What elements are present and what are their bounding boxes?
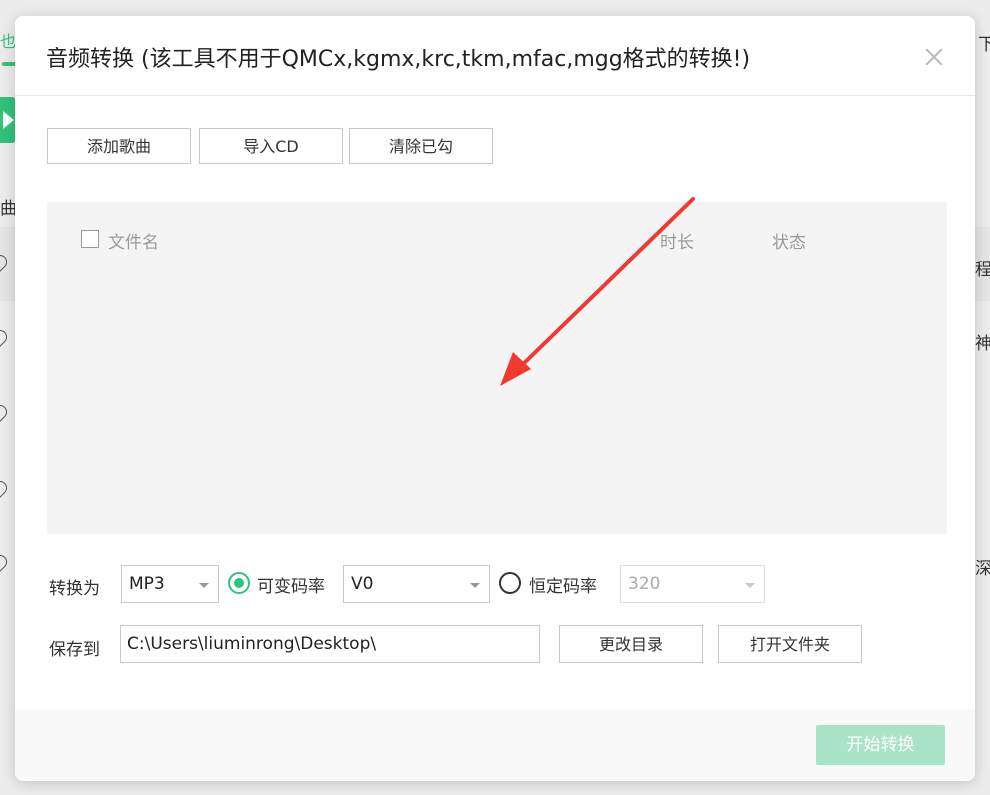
close-icon[interactable]: [921, 44, 947, 70]
chevron-down-icon: [470, 583, 480, 588]
heart-icon[interactable]: [0, 552, 10, 572]
add-song-button[interactable]: 添加歌曲: [47, 128, 191, 164]
format-select-value: MP3: [129, 574, 165, 594]
change-directory-button[interactable]: 更改目录: [559, 625, 703, 663]
vbr-label[interactable]: 可变码率: [257, 572, 325, 597]
background-top-right-label[interactable]: 下: [978, 30, 990, 55]
select-all-checkbox[interactable]: [81, 230, 99, 248]
background-song-title: 程: [975, 260, 990, 280]
audio-convert-dialog: 音频转换 (该工具不用于QMCx,kgmx,krc,tkm,mfac,mgg格式…: [15, 16, 975, 781]
background-tab-underline: [2, 62, 16, 66]
cbr-label[interactable]: 恒定码率: [529, 572, 597, 597]
convert-to-label: 转换为: [49, 579, 100, 599]
chevron-down-icon: [745, 583, 755, 588]
heart-icon[interactable]: [0, 402, 10, 422]
cbr-select-value: 320: [628, 574, 661, 594]
background-song-title: 深: [975, 559, 990, 579]
open-folder-button[interactable]: 打开文件夹: [718, 625, 862, 663]
chevron-down-icon: [199, 583, 209, 588]
vbr-select[interactable]: V0: [343, 565, 490, 603]
start-convert-button[interactable]: 开始转换: [816, 725, 945, 765]
dialog-title: 音频转换 (该工具不用于QMCx,kgmx,krc,tkm,mfac,mgg格式…: [46, 47, 751, 72]
file-list[interactable]: 文件名 时长 状态: [47, 202, 947, 534]
cbr-radio[interactable]: [499, 572, 521, 594]
import-cd-button[interactable]: 导入CD: [199, 128, 343, 164]
column-header-filename: 文件名: [108, 233, 159, 253]
background-song-title: 神: [975, 334, 990, 354]
background-play-button[interactable]: [0, 97, 16, 143]
background-tab-label[interactable]: 也: [0, 28, 16, 52]
heart-icon[interactable]: [0, 327, 10, 347]
column-header-status: 状态: [772, 233, 806, 253]
cbr-select: 320: [620, 565, 765, 603]
vbr-select-value: V0: [351, 574, 374, 594]
clear-checked-button[interactable]: 清除已勾: [349, 128, 493, 164]
save-path-input[interactable]: C:\Users\liuminrong\Desktop\: [120, 625, 540, 663]
column-header-duration: 时长: [660, 233, 694, 253]
save-to-label: 保存到: [49, 640, 100, 660]
format-select[interactable]: MP3: [121, 565, 219, 603]
title-divider: [15, 95, 975, 96]
vbr-radio[interactable]: [228, 572, 250, 594]
heart-icon[interactable]: [0, 478, 10, 498]
